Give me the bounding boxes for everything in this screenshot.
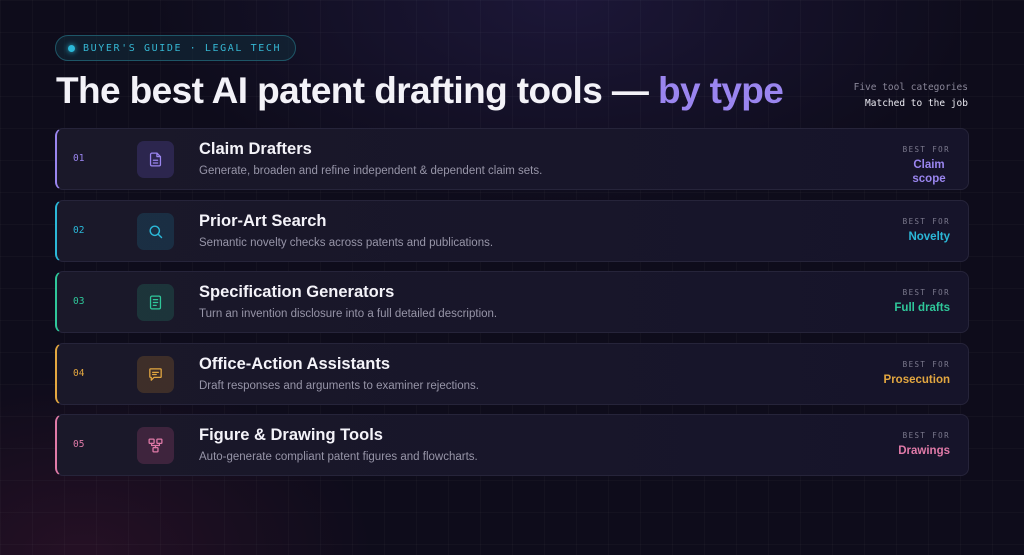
best-for-value: Full drafts: [894, 301, 950, 315]
best-for-label: BEST FOR: [884, 360, 950, 369]
best-for-label: BEST FOR: [898, 431, 950, 440]
category-row-prior-art-search[interactable]: 02 Prior-Art Search Semantic novelty che…: [55, 200, 969, 262]
side-note-line2: Matched to the job: [854, 96, 968, 112]
row-number: 02: [73, 225, 84, 236]
row-number: 05: [73, 439, 84, 450]
status-dot-icon: [68, 45, 75, 52]
best-for-label: BEST FOR: [903, 217, 950, 226]
category-row-figure-drawing-tools[interactable]: 05 Figure & Drawing Tools Auto-generate …: [55, 414, 969, 476]
category-name: Specification Generators: [199, 283, 394, 302]
row-number: 03: [73, 296, 84, 307]
category-description: Auto-generate compliant patent figures a…: [199, 451, 478, 463]
category-description: Draft responses and arguments to examine…: [199, 380, 479, 392]
category-name: Claim Drafters: [199, 140, 312, 159]
category-description: Semantic novelty checks across patents a…: [199, 237, 493, 249]
flowchart-icon: [137, 427, 174, 464]
eyebrow-badge: BUYER'S GUIDE · LEGAL TECH: [55, 35, 296, 61]
best-for-value: Drawings: [898, 444, 950, 458]
best-for: BEST FOR Full drafts: [894, 288, 950, 315]
category-description: Turn an invention disclosure into a full…: [199, 308, 497, 320]
page-lines-icon: [137, 284, 174, 321]
best-for: BEST FOR Prosecution: [884, 360, 950, 387]
category-row-claim-drafters[interactable]: 01 Claim Drafters Generate, broaden and …: [55, 128, 969, 190]
page-title-main: The best AI patent drafting tools —: [56, 70, 658, 111]
category-name: Prior-Art Search: [199, 212, 326, 231]
row-number: 01: [73, 153, 84, 164]
page-title: The best AI patent drafting tools — by t…: [56, 70, 783, 112]
row-number: 04: [73, 368, 84, 379]
category-row-office-action-assistants[interactable]: 04 Office-Action Assistants Draft respon…: [55, 343, 969, 405]
category-name: Figure & Drawing Tools: [199, 426, 383, 445]
best-for: BEST FOR Claim scope: [903, 145, 950, 186]
best-for-value: Claim scope: [908, 158, 950, 186]
best-for: BEST FOR Novelty: [903, 217, 950, 244]
message-icon: [137, 356, 174, 393]
category-name: Office-Action Assistants: [199, 355, 390, 374]
category-description: Generate, broaden and refine independent…: [199, 165, 542, 177]
best-for-value: Novelty: [903, 230, 950, 244]
category-list: 01 Claim Drafters Generate, broaden and …: [55, 128, 969, 486]
category-row-specification-generators[interactable]: 03 Specification Generators Turn an inve…: [55, 271, 969, 333]
eyebrow-label: BUYER'S GUIDE · LEGAL TECH: [83, 43, 281, 54]
side-note: Five tool categories Matched to the job: [854, 80, 968, 112]
best-for-label: BEST FOR: [894, 288, 950, 297]
search-icon: [137, 213, 174, 250]
best-for: BEST FOR Drawings: [898, 431, 950, 458]
page-title-accent: by type: [658, 70, 783, 111]
document-icon: [137, 141, 174, 178]
side-note-line1: Five tool categories: [854, 80, 968, 96]
best-for-label: BEST FOR: [903, 145, 950, 154]
best-for-value: Prosecution: [884, 373, 950, 387]
